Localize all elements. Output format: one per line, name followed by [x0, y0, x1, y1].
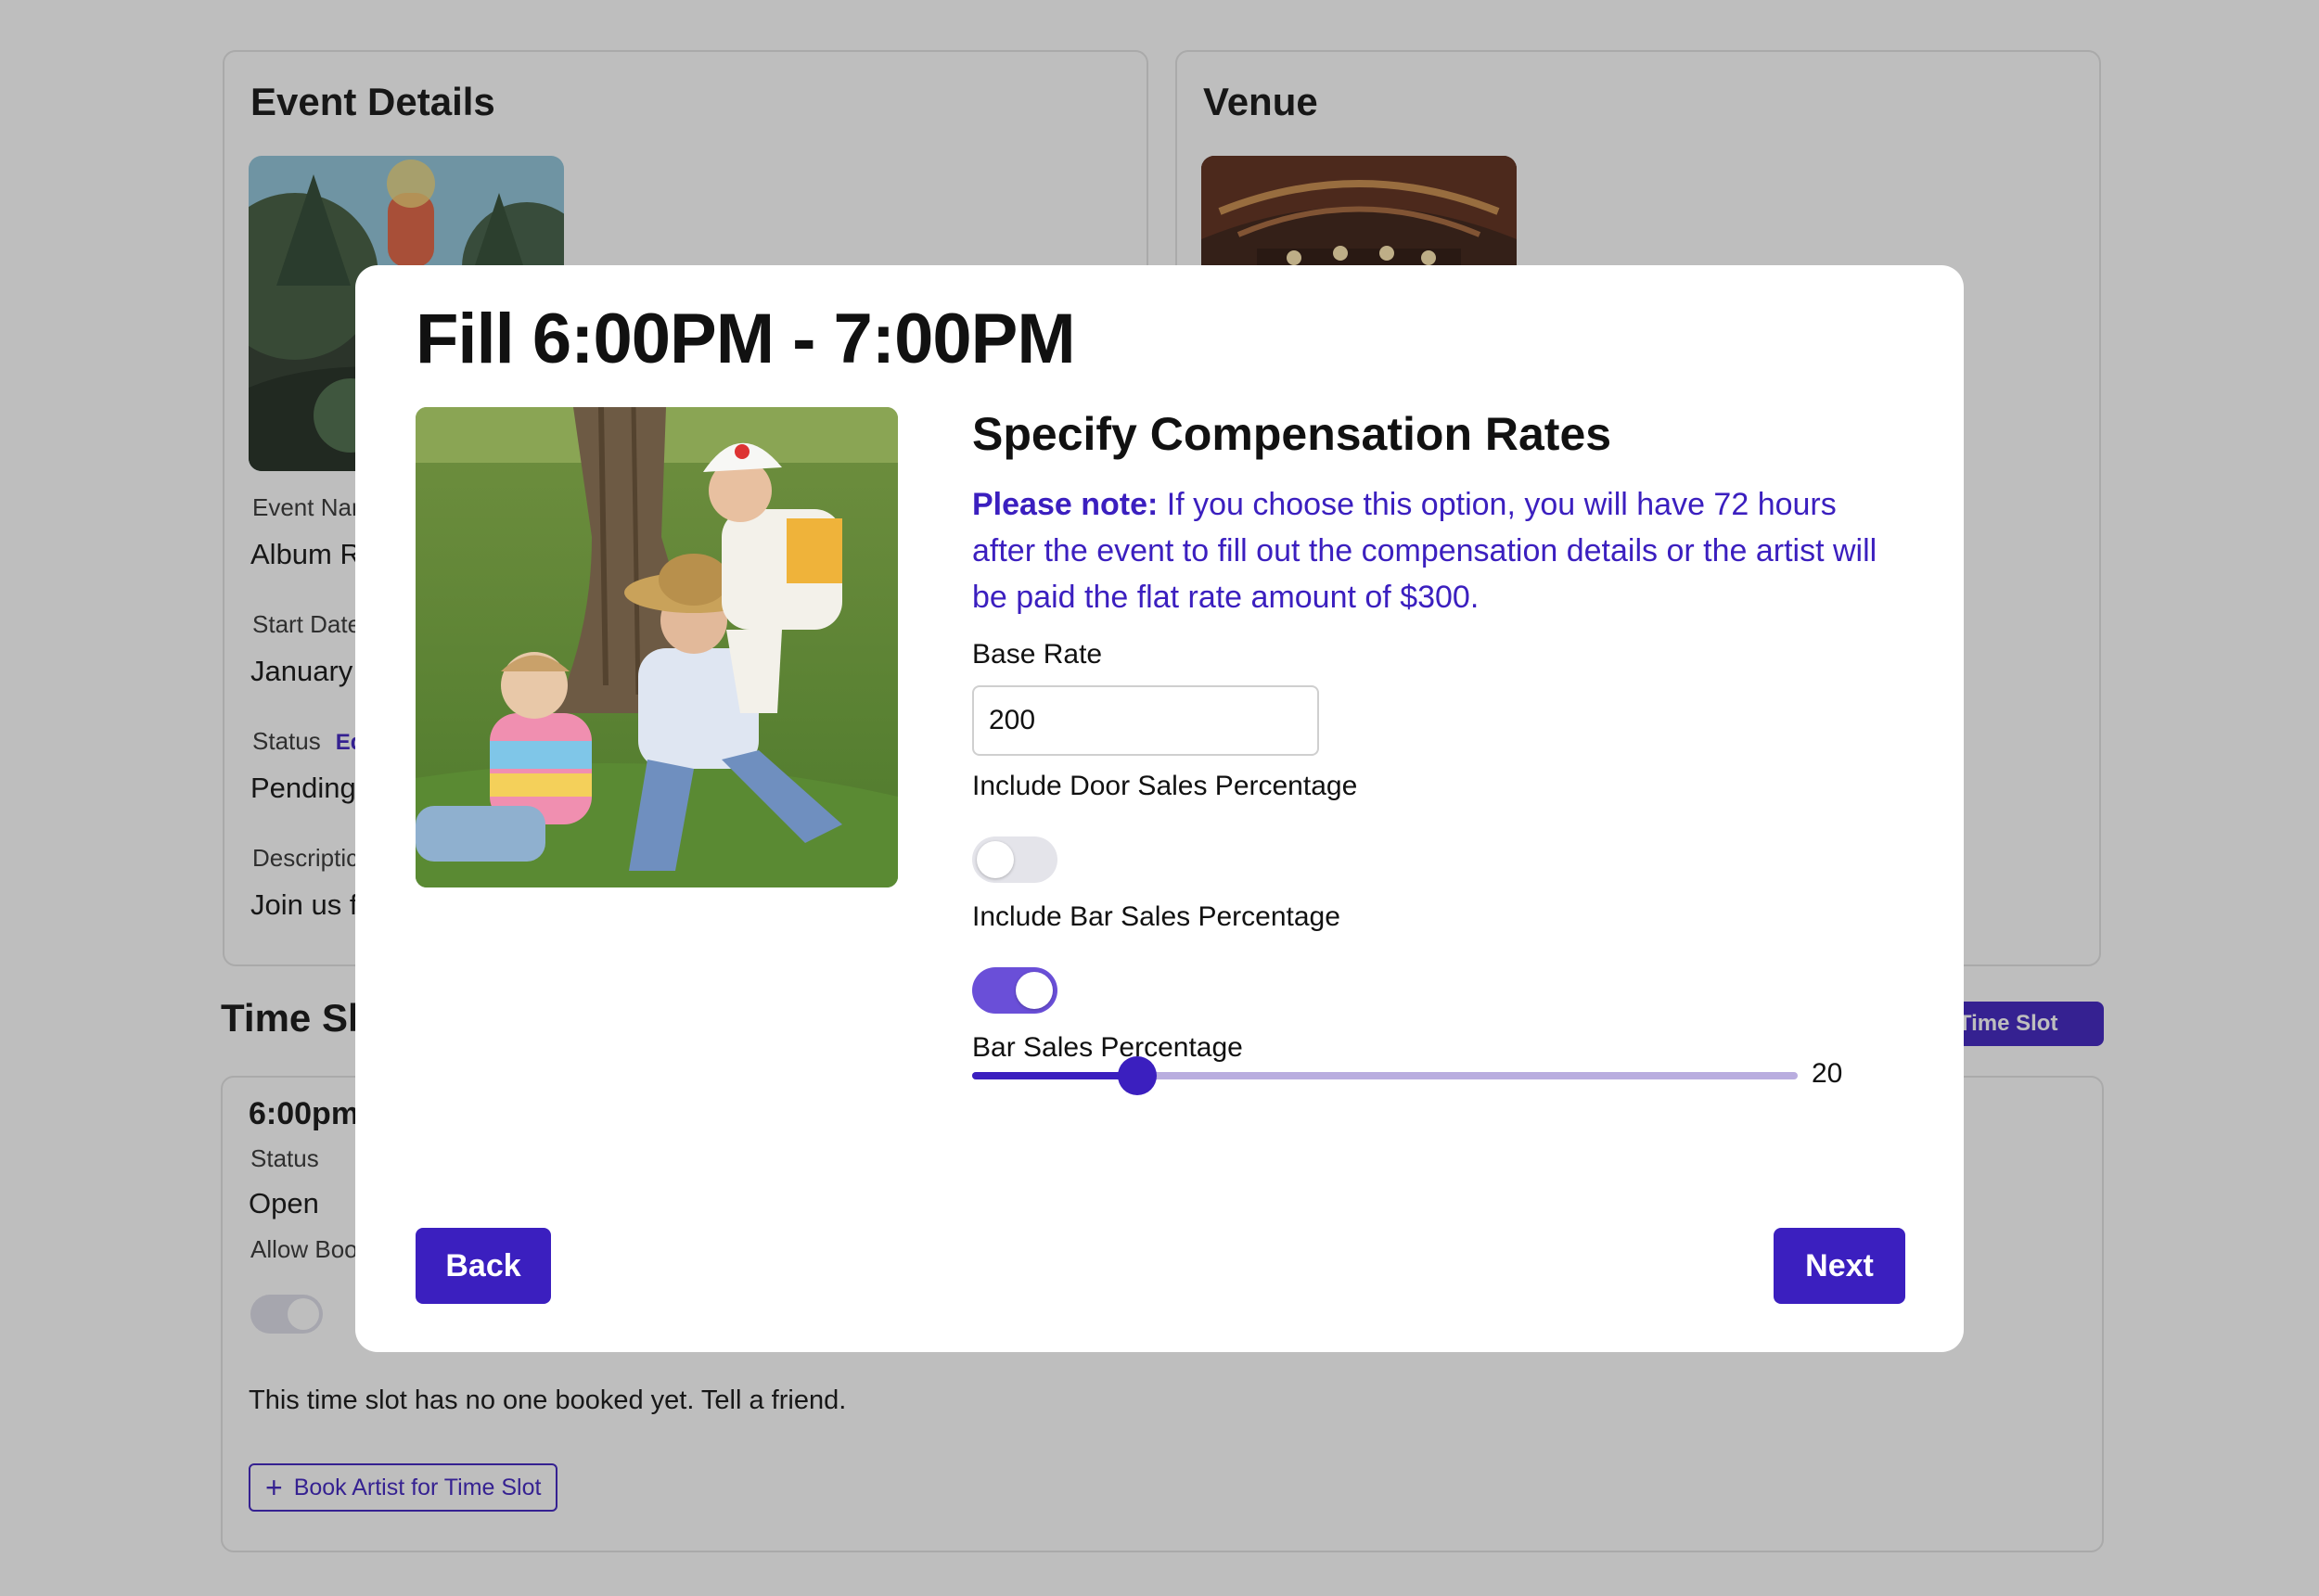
door-sales-label: Include Door Sales Percentage: [972, 771, 1358, 801]
fill-time-slot-modal: Fill 6:00PM - 7:00PM Specify Compensatio…: [355, 265, 1964, 1352]
note-bold: Please note:: [972, 487, 1159, 522]
artist-photo: [416, 407, 898, 887]
toggle-knob: [977, 841, 1014, 878]
bar-percentage-value: 20: [1812, 1058, 1843, 1089]
bar-sales-toggle[interactable]: [972, 967, 1057, 1014]
base-rate-input[interactable]: [972, 685, 1319, 756]
back-button[interactable]: Back: [416, 1228, 551, 1304]
bar-sales-label: Include Bar Sales Percentage: [972, 901, 1340, 932]
bar-percentage-slider[interactable]: [972, 1056, 1798, 1095]
base-rate-label: Base Rate: [972, 639, 1103, 670]
modal-title: Fill 6:00PM - 7:00PM: [416, 300, 1076, 378]
door-sales-toggle[interactable]: [972, 836, 1057, 883]
slider-fill: [972, 1072, 1137, 1079]
compensation-note: Please note: If you choose this option, …: [972, 481, 1900, 620]
toggle-knob: [1016, 972, 1053, 1009]
slider-thumb[interactable]: [1118, 1056, 1157, 1095]
compensation-heading: Specify Compensation Rates: [972, 408, 1612, 460]
next-button[interactable]: Next: [1774, 1228, 1905, 1304]
